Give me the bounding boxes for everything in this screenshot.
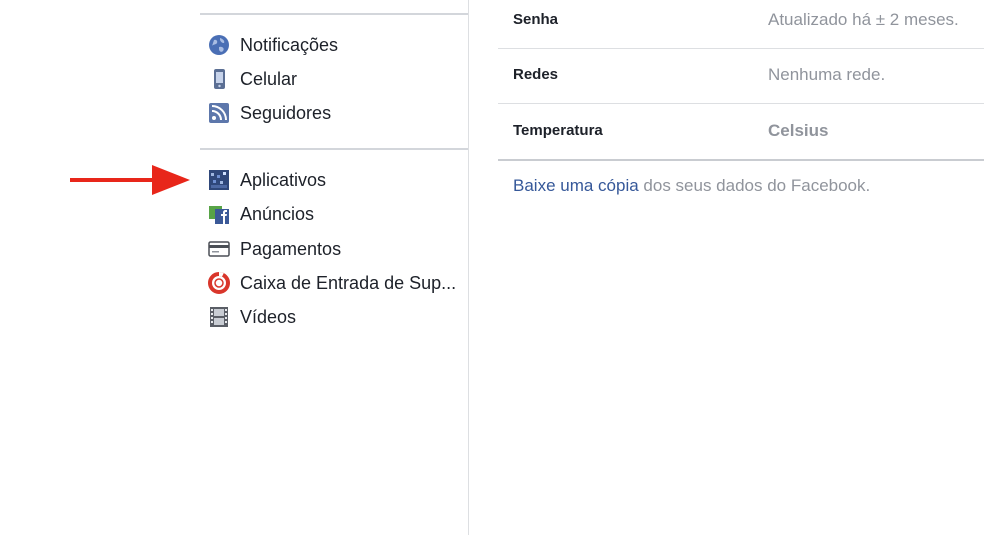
- rss-feed-icon: [208, 102, 230, 124]
- settings-row-temperatura[interactable]: Temperatura Celsius: [498, 104, 984, 161]
- lifebuoy-icon: [208, 272, 230, 294]
- sidebar-item-label: Caixa de Entrada de Sup...: [240, 272, 457, 293]
- sidebar-item-aplicativos[interactable]: Aplicativos: [208, 167, 326, 193]
- sidebar-item-label: Pagamentos: [240, 238, 342, 259]
- settings-row-value: Atualizado há ± 2 meses.: [768, 10, 959, 29]
- credit-card-icon: [208, 238, 230, 260]
- sidebar-item-label: Notificações: [240, 34, 339, 55]
- download-data-description: dos seus dados do Facebook.: [638, 176, 871, 195]
- film-strip-icon: [208, 306, 230, 328]
- sidebar-item-celular[interactable]: Celular: [208, 66, 297, 92]
- sidebar-item-label: Celular: [240, 68, 298, 89]
- sidebar-item-caixa-de-entrada-de-suporte[interactable]: Caixa de Entrada de Sup...: [208, 270, 456, 296]
- apps-grid-icon: [208, 169, 230, 191]
- sidebar-item-videos[interactable]: Vídeos: [208, 304, 296, 330]
- download-copy-link[interactable]: Baixe uma cópia: [513, 176, 639, 195]
- sidebar-divider: [200, 148, 468, 150]
- globe-icon: [208, 34, 230, 56]
- settings-row-redes[interactable]: Redes Nenhuma rede.: [498, 48, 984, 104]
- settings-row-key: Redes: [513, 66, 559, 83]
- settings-sidebar: Notificações Celular Seguidores Aplicati…: [200, 0, 469, 535]
- sidebar-item-notificacoes[interactable]: Notificações: [208, 32, 338, 58]
- sidebar-divider: [200, 13, 468, 15]
- download-data-text: Baixe uma cópia dos seus dados do Facebo…: [513, 176, 870, 196]
- settings-page: Notificações Celular Seguidores Aplicati…: [0, 0, 984, 535]
- annotation-arrow-icon: [70, 165, 190, 195]
- settings-row-senha[interactable]: Senha Atualizado há ± 2 meses.: [498, 0, 984, 49]
- sidebar-item-label: Aplicativos: [240, 169, 327, 190]
- settings-row-key: Temperatura: [513, 122, 603, 139]
- sidebar-item-anuncios[interactable]: Anúncios: [208, 201, 314, 227]
- sidebar-item-label: Vídeos: [240, 306, 297, 327]
- settings-row-key: Senha: [513, 11, 559, 28]
- sidebar-item-pagamentos[interactable]: Pagamentos: [208, 236, 341, 262]
- mobile-phone-icon: [208, 68, 230, 90]
- ads-icon: [208, 203, 230, 225]
- sidebar-item-label: Anúncios: [240, 203, 315, 224]
- sidebar-item-label: Seguidores: [240, 102, 332, 123]
- sidebar-item-seguidores[interactable]: Seguidores: [208, 100, 331, 126]
- settings-row-value: Celsius: [768, 121, 829, 140]
- settings-row-value: Nenhuma rede.: [768, 65, 886, 84]
